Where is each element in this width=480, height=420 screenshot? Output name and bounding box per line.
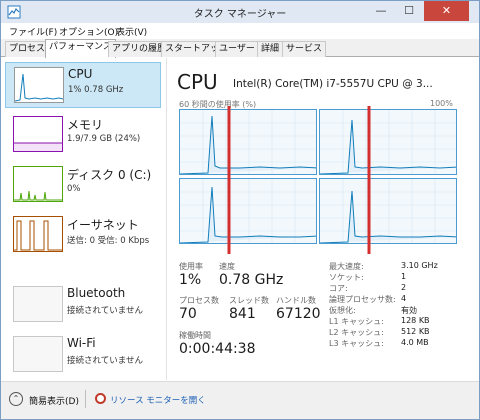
detail-value: 4.0 MB bbox=[401, 338, 429, 347]
chevron-up-icon: ⌃ bbox=[9, 392, 23, 406]
sidebar-item-title: Bluetooth bbox=[67, 286, 126, 300]
detail-key: L3 キャッシュ: bbox=[329, 339, 384, 348]
detail-row: L1 キャッシュ: 128 KB bbox=[329, 316, 477, 327]
detail-key: 仮想化: bbox=[329, 306, 356, 315]
detail-value: 512 KB bbox=[401, 327, 430, 336]
detail-value: 1 bbox=[401, 272, 407, 281]
detail-row: ソケット: 1 bbox=[329, 272, 477, 283]
threads-value: 841 bbox=[229, 306, 256, 322]
detail-row: 仮想化: 有効 bbox=[329, 305, 477, 316]
uptime-label: 稼働時間 bbox=[179, 331, 211, 340]
menu-bar: ファイル(F) オプション(O) 表示(V) bbox=[1, 23, 479, 39]
sidebar-item-title: イーサネット bbox=[67, 218, 139, 232]
tab-services[interactable]: サービス bbox=[282, 41, 327, 57]
tab-performance[interactable]: パフォーマンス bbox=[45, 39, 116, 58]
sidebar-item-subtitle: 接続されていません bbox=[67, 356, 143, 366]
minimize-button[interactable]: — bbox=[368, 1, 394, 21]
sidebar-item-subtitle: 1% 0.78 GHz bbox=[68, 85, 124, 95]
detail-row: コア: 2 bbox=[329, 283, 477, 294]
close-button[interactable]: ✕ bbox=[424, 1, 469, 21]
handles-value: 67120 bbox=[276, 306, 321, 322]
menu-file[interactable]: ファイル(F) bbox=[9, 25, 57, 38]
maximize-button[interactable]: ☐ bbox=[396, 1, 422, 21]
handles-label: ハンドル数 bbox=[276, 296, 316, 305]
detail-key: ソケット: bbox=[329, 273, 364, 282]
cpu-detail-panel: CPU Intel(R) Core(TM) i7-5557U CPU @ 3..… bbox=[171, 58, 477, 380]
threads-label: スレッド数 bbox=[229, 296, 269, 305]
utilization-label: 使用率 bbox=[179, 262, 203, 271]
sidebar-item-ethernet[interactable]: イーサネット 送信: 0 受信: 0 Kbps bbox=[5, 212, 161, 258]
detail-row: 最大速度: 3.10 GHz bbox=[329, 261, 477, 272]
detail-value: 2 bbox=[401, 283, 407, 292]
sidebar-item-subtitle: 送信: 0 受信: 0 Kbps bbox=[67, 236, 150, 246]
resource-sidebar: CPU 1% 0.78 GHz メモリ 1.9/7.9 GB (24%) ディス… bbox=[1, 58, 167, 380]
detail-key: コア: bbox=[329, 284, 348, 293]
task-manager-window: タスク マネージャー — ☐ ✕ ファイル(F) オプション(O) 表示(V) … bbox=[0, 0, 480, 420]
sidebar-item-subtitle: 接続されていません bbox=[67, 306, 143, 316]
fewer-details-label: 簡易表示(D) bbox=[29, 397, 79, 407]
detail-key: 最大速度: bbox=[329, 262, 364, 271]
speed-label: 速度 bbox=[219, 262, 235, 271]
sidebar-item-title: ディスク 0 (C:) bbox=[67, 168, 152, 182]
sidebar-item-wifi[interactable]: Wi-Fi 接続されていません bbox=[5, 332, 161, 378]
tab-processes[interactable]: プロセス bbox=[5, 41, 50, 57]
tab-users[interactable]: ユーザー bbox=[215, 41, 259, 57]
sidebar-item-subtitle: 1.9/7.9 GB (24%) bbox=[67, 134, 141, 144]
processes-label: プロセス数 bbox=[179, 296, 219, 305]
ethernet-thumbnail-graph bbox=[13, 216, 63, 252]
detail-row: L3 キャッシュ: 4.0 MB bbox=[329, 338, 477, 349]
resource-monitor-label: リソース モニターを開く bbox=[110, 396, 206, 406]
menu-view[interactable]: 表示(V) bbox=[116, 25, 147, 38]
footer-bar: ⌃ 簡易表示(D) リソース モニターを開く bbox=[1, 381, 479, 419]
uptime-value: 0:00:44:38 bbox=[179, 341, 256, 357]
sidebar-item-subtitle: 0% bbox=[67, 184, 81, 194]
bluetooth-thumbnail-graph bbox=[13, 286, 63, 322]
sidebar-item-cpu[interactable]: CPU 1% 0.78 GHz bbox=[5, 62, 161, 108]
processes-value: 70 bbox=[179, 306, 197, 322]
sidebar-item-title: CPU bbox=[68, 67, 93, 81]
wifi-thumbnail-graph bbox=[13, 336, 63, 372]
detail-value: 4 bbox=[401, 294, 407, 303]
detail-value: 有効 bbox=[401, 306, 417, 315]
detail-key: L2 キャッシュ: bbox=[329, 328, 384, 337]
disk-thumbnail-graph bbox=[13, 166, 63, 202]
resource-monitor-icon bbox=[95, 393, 106, 404]
detail-value: 128 KB bbox=[401, 316, 430, 325]
sidebar-item-disk[interactable]: ディスク 0 (C:) 0% bbox=[5, 162, 161, 208]
cpu-thumbnail-graph bbox=[14, 67, 64, 103]
detail-key: L1 キャッシュ: bbox=[329, 317, 384, 326]
sidebar-item-bluetooth[interactable]: Bluetooth 接続されていません bbox=[5, 282, 161, 328]
menu-options[interactable]: オプション(O) bbox=[59, 25, 118, 38]
sidebar-item-title: Wi-Fi bbox=[67, 336, 96, 350]
utilization-value: 1% bbox=[179, 272, 202, 288]
tab-bar: プロセス パフォーマンス アプリの履歴 スタートアップ ユーザー 詳細 サービス bbox=[1, 39, 479, 58]
sidebar-item-title: メモリ bbox=[67, 118, 104, 132]
footer-divider bbox=[85, 390, 86, 408]
memory-thumbnail-graph bbox=[13, 116, 63, 152]
title-bar[interactable]: タスク マネージャー — ☐ ✕ bbox=[1, 1, 479, 23]
detail-key: 論理プロセッサ数: bbox=[329, 295, 396, 304]
tab-details[interactable]: 詳細 bbox=[257, 41, 284, 57]
detail-row: L2 キャッシュ: 512 KB bbox=[329, 327, 477, 338]
speed-value: 0.78 GHz bbox=[219, 272, 284, 288]
red-marker-overlay bbox=[227, 106, 371, 254]
detail-row: 論理プロセッサ数: 4 bbox=[329, 294, 477, 305]
sidebar-item-memory[interactable]: メモリ 1.9/7.9 GB (24%) bbox=[5, 112, 161, 158]
detail-value: 3.10 GHz bbox=[401, 261, 438, 270]
